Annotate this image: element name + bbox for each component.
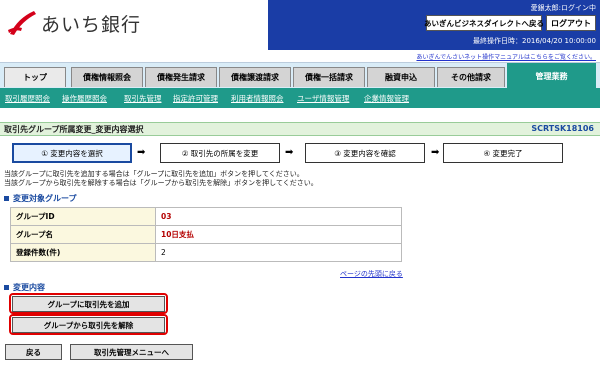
sub-navigation: 取引履歴照会 操作履歴照会 取引先管理 指定許可管理 利用者情報照会 ユーザ情報… — [0, 88, 600, 108]
table-row: グループID 03 — [10, 207, 402, 226]
login-user: 愛銀太郎:ログイン中 — [530, 4, 596, 12]
registered-count-label: 登録件数(件) — [10, 243, 156, 262]
instruction-remove: 当該グループから取引先を解除する場合は「グループから取引先を解除」ボタンを押して… — [4, 179, 318, 187]
subnav-operation-history[interactable]: 操作履歴照会 — [62, 93, 107, 104]
section-title: 変更内容 — [13, 283, 45, 292]
last-operation-time: 最終操作日時：2016/04/20 10:00:00 — [472, 37, 596, 45]
bank-logo: あいち銀行 — [4, 8, 141, 38]
tab-credit-inquiry[interactable]: 債権情報照会 — [71, 67, 143, 87]
section-title: 変更対象グループ — [13, 194, 77, 203]
group-id-value: 03 — [155, 207, 402, 226]
arrow-right-icon: ➡ — [137, 147, 146, 158]
step-complete: ④ 変更完了 — [443, 143, 563, 163]
page-title: 取引先グループ所属変更_変更内容選択 — [4, 125, 144, 134]
table-row: 登録件数(件) 2 — [10, 243, 402, 262]
tab-credit-batch[interactable]: 債権一括請求 — [293, 67, 365, 87]
tab-management[interactable]: 管理業務 — [507, 63, 596, 89]
step-select-change: ① 変更内容を選択 — [12, 143, 132, 163]
remove-partner-button[interactable]: グループから取引先を解除 — [12, 317, 165, 333]
header: あいち銀行 愛銀太郎:ログイン中 あいぎんビジネスダイレクトへ戻る ログアウト … — [0, 0, 600, 52]
direct-return-button[interactable]: あいぎんビジネスダイレクトへ戻る — [424, 15, 544, 31]
registered-count-value: 2 — [155, 243, 402, 262]
step-change-affiliation: ② 取引先の所属を変更 — [160, 143, 280, 163]
manual-link[interactable]: あいぎんでんさいネット操作マニュアルはこちらをご覧ください。 — [416, 52, 596, 61]
screen-code: SCRTSK18106 — [531, 124, 594, 133]
bank-name: あいち銀行 — [41, 13, 142, 36]
arrow-right-icon: ➡ — [431, 147, 440, 158]
step-confirm-change: ③ 変更内容を確認 — [305, 143, 425, 163]
target-group-table: グループID 03 グループ名 10日支払 登録件数(件) 2 — [10, 207, 402, 262]
group-name-label: グループ名 — [10, 225, 156, 244]
group-name-value: 10日支払 — [155, 225, 402, 244]
subnav-company-info-management[interactable]: 企業情報管理 — [364, 93, 409, 104]
partner-menu-button[interactable]: 取引先管理メニューへ — [70, 344, 193, 360]
section-marker-icon — [4, 285, 9, 290]
tab-credit-issue[interactable]: 債権発生請求 — [145, 67, 217, 87]
group-id-label: グループID — [10, 207, 156, 226]
section-target-group: 変更対象グループ — [4, 193, 77, 204]
add-partner-button[interactable]: グループに取引先を追加 — [12, 296, 165, 312]
section-marker-icon — [4, 196, 9, 201]
section-change-content: 変更内容 — [4, 282, 45, 293]
bank-logo-icon — [8, 11, 36, 35]
page-top-link[interactable]: ページの先頭に戻る — [340, 269, 403, 279]
table-row: グループ名 10日支払 — [10, 225, 402, 244]
logout-button[interactable]: ログアウト — [546, 15, 596, 31]
tab-credit-transfer[interactable]: 債権譲渡請求 — [219, 67, 291, 87]
tab-top[interactable]: トップ — [4, 67, 66, 87]
subnav-partner-management[interactable]: 取引先管理 — [124, 93, 162, 104]
tab-loan-application[interactable]: 融資申込 — [367, 67, 435, 87]
subnav-permission-management[interactable]: 指定許可管理 — [173, 93, 218, 104]
back-button[interactable]: 戻る — [5, 344, 62, 360]
arrow-right-icon: ➡ — [285, 147, 294, 158]
subnav-user-info-management[interactable]: ユーザ情報管理 — [297, 93, 349, 104]
main-tabs: トップ 債権情報照会 債権発生請求 債権譲渡請求 債権一括請求 融資申込 その他… — [0, 62, 600, 89]
subnav-transaction-history[interactable]: 取引履歴照会 — [5, 93, 50, 104]
page-title-bar: 取引先グループ所属変更_変更内容選択 SCRTSK18106 — [0, 122, 600, 136]
subnav-user-info-inquiry[interactable]: 利用者情報照会 — [231, 93, 284, 104]
tab-other-requests[interactable]: その他請求 — [437, 67, 505, 87]
